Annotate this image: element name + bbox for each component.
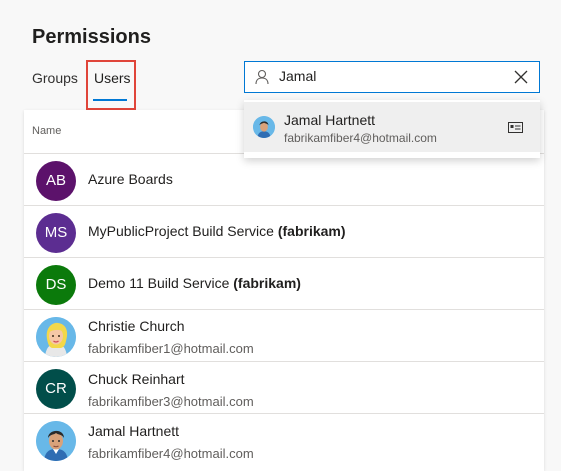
avatar — [36, 421, 76, 461]
user-avatar-icon — [36, 421, 76, 461]
avatar: AB — [36, 161, 76, 201]
avatar: CR — [36, 369, 76, 409]
name-column-header[interactable]: Name — [32, 125, 61, 137]
search-suggestions: Jamal Hartnett fabrikamfiber4@hotmail.co… — [244, 100, 540, 158]
tab-groups[interactable]: Groups — [32, 70, 78, 86]
table-row[interactable]: Christie Church fabrikamfiber1@hotmail.c… — [24, 310, 544, 362]
contact-card-icon[interactable] — [508, 122, 523, 133]
person-icon — [255, 69, 269, 85]
suggestion-email: fabrikamfiber4@hotmail.com — [284, 131, 437, 145]
row-email: fabrikamfiber3@hotmail.com — [88, 394, 254, 409]
user-search-box[interactable]: Jamal — [244, 61, 540, 93]
users-tab-highlight — [86, 60, 136, 110]
row-name: Christie Church — [88, 318, 185, 334]
avatar: MS — [36, 213, 76, 253]
row-email: fabrikamfiber4@hotmail.com — [88, 446, 254, 461]
search-input[interactable]: Jamal — [279, 68, 316, 84]
suggestion-name: Jamal Hartnett — [284, 112, 376, 128]
suggestion-item[interactable]: Jamal Hartnett fabrikamfiber4@hotmail.co… — [244, 102, 540, 152]
user-avatar-icon — [36, 317, 76, 357]
table-row[interactable]: DS Demo 11 Build Service (fabrikam) — [24, 258, 544, 310]
row-name: Jamal Hartnett — [88, 423, 180, 439]
avatar — [253, 116, 275, 138]
row-name: MyPublicProject Build Service (fabrikam) — [88, 223, 346, 239]
table-row[interactable]: CR Chuck Reinhart fabrikamfiber3@hotmail… — [24, 362, 544, 414]
users-table: Name AB Azure Boards MS MyPublicProject … — [24, 110, 544, 471]
row-name: Azure Boards — [88, 171, 173, 187]
row-name: Chuck Reinhart — [88, 371, 185, 387]
user-avatar-icon — [253, 116, 275, 138]
table-row[interactable]: AB Azure Boards — [24, 154, 544, 206]
avatar — [36, 317, 76, 357]
table-row[interactable]: Jamal Hartnett fabrikamfiber4@hotmail.co… — [24, 414, 544, 466]
row-name: Demo 11 Build Service (fabrikam) — [88, 275, 301, 291]
close-icon[interactable] — [513, 69, 529, 85]
table-row[interactable]: MS MyPublicProject Build Service (fabrik… — [24, 206, 544, 258]
permissions-page: Permissions Groups Users Name AB Azure B… — [0, 0, 561, 471]
avatar: DS — [36, 265, 76, 305]
page-title: Permissions — [32, 26, 151, 48]
row-email: fabrikamfiber1@hotmail.com — [88, 341, 254, 356]
